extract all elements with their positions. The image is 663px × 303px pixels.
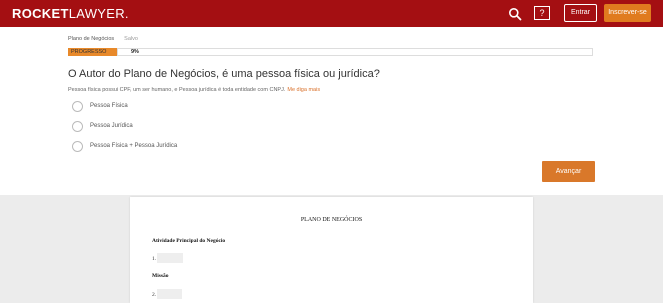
- option-label[interactable]: Pessoa Física: [90, 103, 128, 109]
- progress-bar: [117, 48, 593, 56]
- document-title: PLANO DE NEGÓCIOS: [300, 217, 363, 223]
- logo-bold-text: ROCKET: [12, 6, 69, 21]
- help-icon[interactable]: ?: [534, 6, 550, 20]
- document-preview: PLANO DE NEGÓCIOS Atividade Principal do…: [130, 197, 533, 303]
- radio-button[interactable]: [72, 100, 83, 112]
- signup-button[interactable]: Inscrever-se: [604, 4, 651, 22]
- question-heading: O Autor do Plano de Negócios, é uma pess…: [68, 68, 380, 80]
- top-navigation-bar: ROCKETLAWYER. ? Entrar Inscrever-se: [0, 0, 663, 27]
- interview-form-panel: Plano de Negócios Salvo PROGRESSO 9% O Au…: [0, 27, 663, 195]
- radio-button[interactable]: [72, 120, 83, 132]
- question-help-text: Pessoa física possui CPF, um ser humano,…: [68, 87, 320, 93]
- section-heading-mission: Missão: [152, 273, 169, 279]
- next-button[interactable]: Avançar: [542, 161, 595, 182]
- search-icon[interactable]: [508, 7, 522, 21]
- option-pessoa-fisica-juridica[interactable]: Pessoa Física + Pessoa Jurídica: [72, 140, 177, 152]
- rocket-lawyer-logo[interactable]: ROCKETLAWYER.: [12, 6, 129, 21]
- progress-label: PROGRESSO: [68, 48, 117, 56]
- option-label[interactable]: Pessoa Jurídica: [90, 123, 133, 129]
- option-pessoa-fisica[interactable]: Pessoa Física: [72, 100, 128, 112]
- section-number-1: 1.: [152, 256, 157, 262]
- logo-thin-text: LAWYER.: [68, 6, 129, 21]
- section-heading-activity: Atividade Principal do Negócio: [152, 238, 226, 244]
- tab-plano-de-negocios[interactable]: Plano de Negócios: [68, 36, 114, 42]
- blank-placeholder: [157, 289, 182, 299]
- option-pessoa-juridica[interactable]: Pessoa Jurídica: [72, 120, 133, 132]
- section-number-2: 2.: [152, 292, 157, 298]
- form-tabs: Plano de Negócios Salvo: [68, 36, 138, 42]
- help-text-body: Pessoa física possui CPF, um ser humano,…: [68, 87, 286, 93]
- option-label[interactable]: Pessoa Física + Pessoa Jurídica: [90, 143, 177, 149]
- tell-me-more-link[interactable]: Me diga mais: [287, 87, 320, 93]
- radio-button[interactable]: [72, 140, 83, 152]
- progress-percentage: 9%: [131, 49, 139, 55]
- login-button[interactable]: Entrar: [564, 4, 597, 22]
- saved-status: Salvo: [124, 36, 138, 42]
- blank-placeholder: [157, 253, 183, 263]
